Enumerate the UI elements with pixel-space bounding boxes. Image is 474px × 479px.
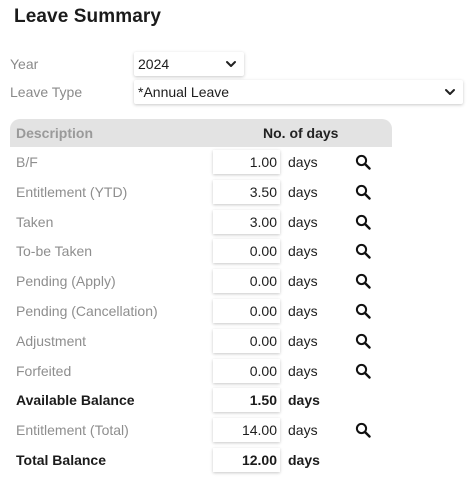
row-unit: days — [288, 363, 318, 379]
row-description: Entitlement (Total) — [16, 422, 129, 438]
search-icon[interactable] — [355, 214, 371, 230]
row-days-value: 14.00 — [213, 418, 280, 442]
year-select-value: 2024 — [138, 56, 170, 72]
table-row: Entitlement (Total) 14.00 days — [0, 418, 474, 444]
row-unit: days — [288, 273, 318, 289]
row-days-value: 0.00 — [213, 329, 280, 353]
row-unit: days — [288, 452, 320, 468]
search-icon[interactable] — [355, 303, 371, 319]
row-unit: days — [288, 243, 318, 259]
search-icon[interactable] — [355, 333, 371, 349]
page-title: Leave Summary — [14, 6, 162, 27]
row-days-value: 0.00 — [213, 299, 280, 323]
table-row: Forfeited 0.00 days — [0, 359, 474, 385]
row-days-value: 12.00 — [213, 448, 280, 472]
table-row: To-be Taken 0.00 days — [0, 239, 474, 265]
table-row: Pending (Apply) 0.00 days — [0, 269, 474, 295]
search-icon[interactable] — [355, 243, 371, 259]
leave-type-label: Leave Type — [10, 84, 83, 100]
leave-type-select[interactable]: *Annual Leave — [134, 80, 463, 104]
chevron-down-icon — [445, 89, 455, 95]
row-unit: days — [288, 303, 318, 319]
table-row: Total Balance 12.00 days — [0, 448, 474, 474]
search-icon[interactable] — [355, 184, 371, 200]
table-row: Taken 3.00 days — [0, 210, 474, 236]
row-days-value: 3.00 — [213, 210, 280, 234]
search-icon[interactable] — [355, 422, 371, 438]
row-description: Forfeited — [16, 363, 72, 379]
header-days: No. of days — [263, 125, 339, 141]
search-icon[interactable] — [355, 363, 371, 379]
table-row: B/F 1.00 days — [0, 150, 474, 176]
table-row: Pending (Cancellation) 0.00 days — [0, 299, 474, 325]
row-description: B/F — [16, 154, 38, 170]
row-unit: days — [288, 214, 318, 230]
row-description: Pending (Apply) — [16, 273, 116, 289]
search-icon[interactable] — [355, 154, 371, 170]
row-description: Pending (Cancellation) — [16, 303, 158, 319]
row-unit: days — [288, 422, 318, 438]
row-days-value: 1.00 — [213, 150, 280, 174]
row-days-value: 0.00 — [213, 359, 280, 383]
row-description: To-be Taken — [16, 243, 93, 259]
search-icon[interactable] — [355, 273, 371, 289]
row-days-value: 0.00 — [213, 269, 280, 293]
row-days-value: 3.50 — [213, 180, 280, 204]
row-unit: days — [288, 184, 318, 200]
row-unit: days — [288, 392, 320, 408]
row-days-value: 1.50 — [213, 388, 280, 412]
year-label: Year — [10, 56, 39, 72]
row-description: Taken — [16, 214, 54, 230]
table-row: Entitlement (YTD) 3.50 days — [0, 180, 474, 206]
row-days-value: 0.00 — [213, 239, 280, 263]
row-description: Available Balance — [16, 392, 135, 408]
row-description: Total Balance — [16, 452, 106, 468]
leave-type-select-value: *Annual Leave — [138, 84, 230, 100]
row-description: Adjustment — [16, 333, 87, 349]
header-description: Description — [16, 125, 94, 141]
chevron-down-icon — [226, 61, 236, 67]
table-header: Description No. of days — [10, 119, 392, 147]
table-row: Adjustment 0.00 days — [0, 329, 474, 355]
year-select[interactable]: 2024 — [134, 52, 244, 76]
row-unit: days — [288, 333, 318, 349]
row-unit: days — [288, 154, 318, 170]
table-row: Available Balance 1.50 days — [0, 388, 474, 414]
row-description: Entitlement (YTD) — [16, 184, 128, 200]
